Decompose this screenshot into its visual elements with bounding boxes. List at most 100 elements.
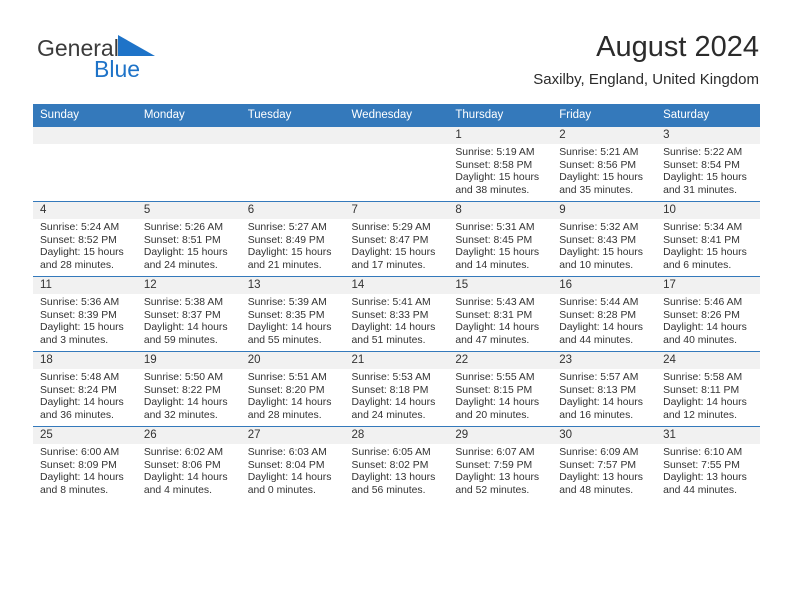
sunset-text: Sunset: 8:22 PM [143, 384, 221, 396]
calendar-day-cell[interactable]: 19 Sunrise: 5:50 AM Sunset: 8:22 PM Dayligh… [136, 351, 241, 427]
sunrise-text: Sunrise: 5:24 AM [40, 222, 120, 233]
sunset-text: Sunset: 8:33 PM [351, 309, 429, 321]
day-cell-inner: 24 Sunrise: 5:58 AM Sunset: 8:11 PM Dayligh… [656, 352, 760, 426]
day-details: Sunrise: 6:09 AM Sunset: 7:57 PM Daylight:… [552, 444, 656, 497]
daylight-text-line2: and 52 minutes. [455, 484, 530, 496]
sunset-text: Sunset: 8:49 PM [247, 234, 325, 246]
daylight-text-line1: Daylight: 14 hours [143, 322, 228, 334]
calendar-day-cell[interactable]: 13 Sunrise: 5:39 AM Sunset: 8:35 PM Dayligh… [240, 276, 345, 352]
sunset-text: Sunset: 8:11 PM [663, 384, 740, 396]
day-cell-inner: 13 Sunrise: 5:39 AM Sunset: 8:35 PM Dayligh… [240, 277, 345, 351]
day-cell-inner: 29 Sunrise: 6:07 AM Sunset: 7:59 PM Dayligh… [448, 427, 553, 501]
daylight-text-line1: Daylight: 14 hours [559, 397, 643, 409]
daylight-text-line2: and 17 minutes. [351, 259, 426, 271]
calendar-day-cell[interactable]: 28 Sunrise: 6:05 AM Sunset: 8:02 PM Dayligh… [344, 426, 449, 501]
calendar-header-row: Sunday Monday Tuesday Wednesday Thursday Frid… [33, 104, 760, 127]
day-cell-inner [33, 127, 137, 201]
day-cell-inner: 6 Sunrise: 5:27 AM Sunset: 8:49 PM Daylight… [240, 202, 345, 276]
day-number: 1 [448, 127, 553, 144]
daylight-text-line2: and 47 minutes. [455, 334, 530, 346]
calendar-week-row: 4 Sunrise: 5:24 AM Sunset: 8:52 PM Daylight… [33, 201, 760, 277]
sunset-text: Sunset: 8:51 PM [143, 234, 221, 246]
calendar-day-cell[interactable]: 15 Sunrise: 5:43 AM Sunset: 8:31 PM Dayligh… [448, 276, 553, 352]
day-cell-inner: 9 Sunrise: 5:32 AM Sunset: 8:43 PM Daylight… [552, 202, 657, 276]
day-details: Sunrise: 5:46 AM Sunset: 8:26 PM Daylight:… [656, 294, 760, 347]
day-details: Sunrise: 6:03 AM Sunset: 8:04 PM Daylight:… [241, 444, 345, 497]
sunrise-text: Sunrise: 5:46 AM [663, 297, 743, 308]
calendar-day-cell[interactable]: 8 Sunrise: 5:31 AM Sunset: 8:45 PM Daylight… [448, 201, 553, 277]
sunrise-text: Sunrise: 5:58 AM [663, 372, 743, 383]
calendar-day-cell[interactable]: 22 Sunrise: 5:55 AM Sunset: 8:15 PM Dayligh… [448, 351, 553, 427]
day-cell-inner: 4 Sunrise: 5:24 AM Sunset: 8:52 PM Daylight… [33, 202, 137, 276]
day-number: 9 [552, 202, 657, 219]
calendar-day-cell[interactable]: 30 Sunrise: 6:09 AM Sunset: 7:57 PM Dayligh… [552, 426, 657, 501]
daylight-text-line1: Daylight: 13 hours [663, 472, 747, 484]
sunset-text: Sunset: 8:28 PM [559, 309, 637, 321]
weekday-header-friday: Friday [552, 104, 657, 127]
daylight-text-line2: and 48 minutes. [559, 484, 634, 496]
calendar-day-cell[interactable]: 21 Sunrise: 5:53 AM Sunset: 8:18 PM Dayligh… [344, 351, 449, 427]
sunset-text: Sunset: 8:58 PM [455, 159, 533, 171]
day-details: Sunrise: 5:26 AM Sunset: 8:51 PM Daylight:… [137, 219, 241, 272]
calendar-day-cell[interactable]: 16 Sunrise: 5:44 AM Sunset: 8:28 PM Dayligh… [552, 276, 657, 352]
day-number [344, 127, 449, 144]
calendar-day-cell[interactable]: 2 Sunrise: 5:21 AM Sunset: 8:56 PM Daylight… [552, 126, 657, 202]
calendar-day-cell[interactable]: 3 Sunrise: 5:22 AM Sunset: 8:54 PM Daylight… [656, 126, 760, 202]
calendar-day-cell[interactable]: 31 Sunrise: 6:10 AM Sunset: 7:55 PM Dayligh… [656, 426, 760, 501]
day-details: Sunrise: 5:38 AM Sunset: 8:37 PM Daylight:… [137, 294, 241, 347]
calendar-day-cell[interactable]: 14 Sunrise: 5:41 AM Sunset: 8:33 PM Dayligh… [344, 276, 449, 352]
calendar-day-cell[interactable]: 18 Sunrise: 5:48 AM Sunset: 8:24 PM Dayligh… [33, 351, 137, 427]
day-details: Sunrise: 5:58 AM Sunset: 8:11 PM Daylight:… [656, 369, 760, 422]
sunrise-text: Sunrise: 5:22 AM [663, 147, 743, 158]
day-details: Sunrise: 5:22 AM Sunset: 8:54 PM Daylight:… [656, 144, 760, 197]
calendar-day-cell[interactable]: 6 Sunrise: 5:27 AM Sunset: 8:49 PM Daylight… [240, 201, 345, 277]
day-details: Sunrise: 6:10 AM Sunset: 7:55 PM Daylight:… [656, 444, 760, 497]
calendar-day-cell[interactable]: 12 Sunrise: 5:38 AM Sunset: 8:37 PM Dayligh… [136, 276, 241, 352]
day-cell-inner: 10 Sunrise: 5:34 AM Sunset: 8:41 PM Dayligh… [656, 202, 760, 276]
calendar-day-cell[interactable]: 20 Sunrise: 5:51 AM Sunset: 8:20 PM Dayligh… [240, 351, 345, 427]
daylight-text-line2: and 4 minutes. [143, 484, 213, 496]
calendar-day-cell[interactable]: 10 Sunrise: 5:34 AM Sunset: 8:41 PM Dayligh… [656, 201, 760, 277]
sunrise-text: Sunrise: 5:44 AM [559, 297, 639, 308]
daylight-text-line2: and 44 minutes. [559, 334, 634, 346]
brand-logo[interactable]: General Blue [37, 35, 267, 91]
day-cell-inner: 12 Sunrise: 5:38 AM Sunset: 8:37 PM Dayligh… [136, 277, 241, 351]
sunrise-text: Sunrise: 5:34 AM [663, 222, 743, 233]
day-details: Sunrise: 5:51 AM Sunset: 8:20 PM Daylight:… [241, 369, 345, 422]
day-number: 21 [344, 352, 449, 369]
day-details: Sunrise: 5:29 AM Sunset: 8:47 PM Daylight:… [345, 219, 449, 272]
day-cell-inner [240, 127, 345, 201]
calendar-day-cell-empty [240, 126, 345, 202]
daylight-text-line1: Daylight: 15 hours [351, 247, 436, 259]
day-number: 11 [33, 277, 137, 294]
day-details: Sunrise: 5:48 AM Sunset: 8:24 PM Daylight:… [33, 369, 137, 422]
calendar-day-cell[interactable]: 9 Sunrise: 5:32 AM Sunset: 8:43 PM Daylight… [552, 201, 657, 277]
daylight-text-line2: and 24 minutes. [351, 409, 426, 421]
daylight-text-line1: Daylight: 14 hours [455, 397, 540, 409]
calendar-day-cell[interactable]: 4 Sunrise: 5:24 AM Sunset: 8:52 PM Daylight… [33, 201, 137, 277]
calendar-day-cell[interactable]: 5 Sunrise: 5:26 AM Sunset: 8:51 PM Daylight… [136, 201, 241, 277]
calendar-day-cell[interactable]: 27 Sunrise: 6:03 AM Sunset: 8:04 PM Dayligh… [240, 426, 345, 501]
calendar-day-cell[interactable]: 23 Sunrise: 5:57 AM Sunset: 8:13 PM Dayligh… [552, 351, 657, 427]
calendar-day-cell[interactable]: 26 Sunrise: 6:02 AM Sunset: 8:06 PM Dayligh… [136, 426, 241, 501]
calendar-grid: Sunday Monday Tuesday Wednesday Thursday Frid… [33, 104, 760, 501]
calendar-day-cell[interactable]: 7 Sunrise: 5:29 AM Sunset: 8:47 PM Daylight… [344, 201, 449, 277]
calendar-day-cell[interactable]: 29 Sunrise: 6:07 AM Sunset: 7:59 PM Dayligh… [448, 426, 553, 501]
daylight-text-line1: Daylight: 15 hours [247, 247, 332, 259]
day-cell-inner [136, 127, 241, 201]
calendar-day-cell[interactable]: 1 Sunrise: 5:19 AM Sunset: 8:58 PM Daylight… [448, 126, 553, 202]
calendar-day-cell[interactable]: 17 Sunrise: 5:46 AM Sunset: 8:26 PM Dayligh… [656, 276, 760, 352]
daylight-text-line2: and 31 minutes. [663, 184, 737, 196]
sunrise-text: Sunrise: 6:10 AM [663, 447, 743, 458]
calendar-day-cell[interactable]: 11 Sunrise: 5:36 AM Sunset: 8:39 PM Dayligh… [33, 276, 137, 352]
day-number: 22 [448, 352, 553, 369]
calendar-day-cell[interactable]: 24 Sunrise: 5:58 AM Sunset: 8:11 PM Dayligh… [656, 351, 760, 427]
daylight-text-line2: and 35 minutes. [559, 184, 634, 196]
calendar-week-row: 25 Sunrise: 6:00 AM Sunset: 8:09 PM Dayligh… [33, 426, 760, 501]
calendar-day-cell[interactable]: 25 Sunrise: 6:00 AM Sunset: 8:09 PM Dayligh… [33, 426, 137, 501]
daylight-text-line1: Daylight: 15 hours [40, 322, 124, 334]
sunrise-text: Sunrise: 5:38 AM [143, 297, 223, 308]
day-number [136, 127, 241, 144]
daylight-text-line2: and 16 minutes. [559, 409, 634, 421]
sunrise-text: Sunrise: 5:36 AM [40, 297, 120, 308]
